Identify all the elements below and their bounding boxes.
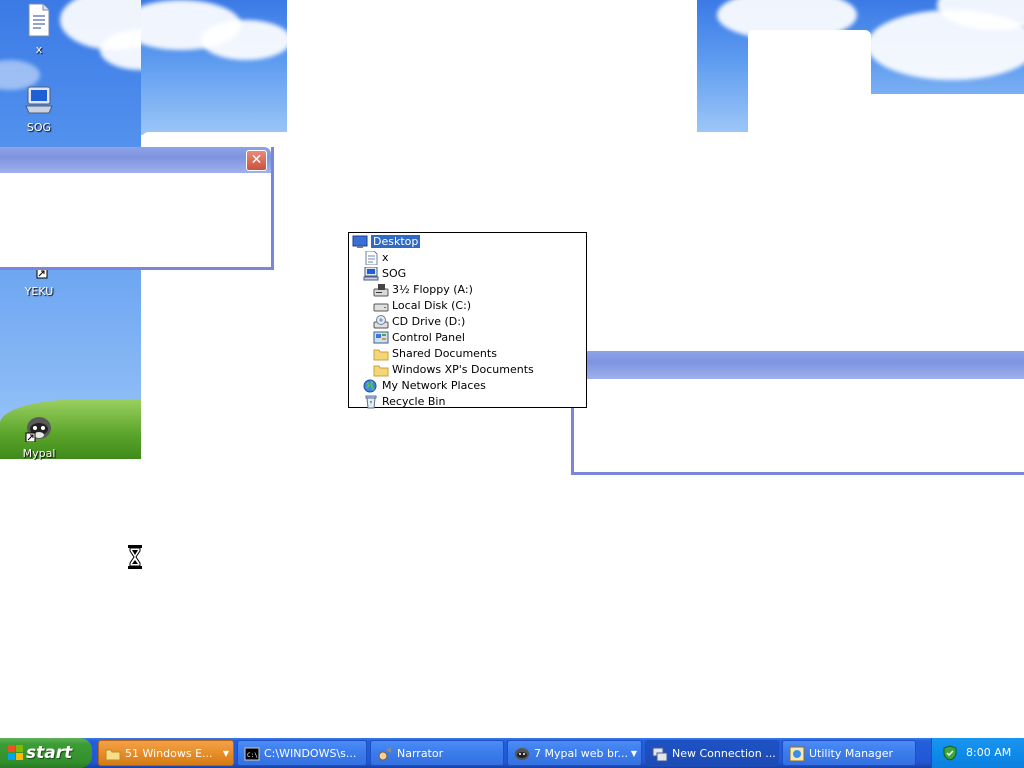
- tree-item-sog[interactable]: SOG: [363, 266, 406, 282]
- text-document-icon: [365, 251, 378, 265]
- window-title-bar[interactable]: [574, 351, 1024, 379]
- system-tray: 8:00 AM: [931, 738, 1024, 768]
- wallpaper-fragment-top-middle: [141, 0, 287, 135]
- chevron-down-icon[interactable]: ▼: [631, 741, 637, 765]
- blank-region-top: [287, 0, 697, 135]
- desktop-icon-x[interactable]: x: [11, 2, 67, 56]
- my-computer-icon: [363, 267, 379, 281]
- taskbar: start 51 Windows E... ▼ C:\ C:\WINDOWS\s…: [0, 738, 1024, 768]
- taskbar-button-new-connection[interactable]: New Connection ...: [645, 740, 779, 766]
- folder-icon: [373, 349, 389, 361]
- folder-icon: [373, 365, 389, 377]
- desktop-icon-mypal[interactable]: Mypal: [11, 412, 67, 460]
- taskbar-button-command-prompt[interactable]: C:\ C:\WINDOWS\s...: [237, 740, 367, 766]
- control-panel-icon: [373, 331, 389, 344]
- tree-item-label: SOG: [382, 267, 407, 280]
- taskbar-button-label: C:\WINDOWS\s...: [264, 747, 357, 760]
- taskbar-button-label: Narrator: [397, 747, 444, 760]
- taskbar-button-narrator[interactable]: Narrator: [370, 740, 504, 766]
- taskbar-button-label: 7 Mypal web br...: [534, 747, 628, 760]
- tree-item-control-panel[interactable]: Control Panel: [373, 330, 465, 346]
- start-label: start: [26, 743, 73, 763]
- partial-window-left[interactable]: ✕: [0, 147, 274, 270]
- tree-item-label: Recycle Bin: [382, 395, 446, 408]
- command-prompt-icon: C:\: [244, 747, 260, 761]
- partial-window-right[interactable]: [571, 351, 1024, 475]
- close-icon[interactable]: ✕: [246, 150, 267, 171]
- desktop-icon-sog[interactable]: SOG: [11, 84, 67, 134]
- taskbar-button-label: New Connection ...: [672, 747, 776, 760]
- windows-flag-icon: [8, 745, 23, 760]
- recycle-bin-icon: [365, 395, 377, 409]
- address-tree-dropdown[interactable]: Desktop x SOG 3½ Floppy (A:) Local Disk …: [348, 232, 587, 410]
- blank-region-right: [748, 30, 871, 132]
- start-button[interactable]: start: [0, 738, 92, 768]
- desktop-icon-yeku[interactable]: YEKU: [11, 266, 67, 298]
- tree-item-label: My Network Places: [382, 379, 486, 392]
- tree-item-label: Control Panel: [392, 331, 465, 344]
- blank-region-bottom: [0, 459, 141, 738]
- tree-item-label: CD Drive (D:): [392, 315, 466, 328]
- security-shield-icon[interactable]: [942, 745, 958, 761]
- tree-item-label: x: [382, 251, 389, 264]
- cd-drive-icon: [373, 315, 389, 329]
- hard-disk-icon: [373, 303, 389, 312]
- taskbar-button-windows-explorer[interactable]: 51 Windows E... ▼: [98, 740, 234, 766]
- tree-item-label: 3½ Floppy (A:): [392, 283, 473, 296]
- desktop-icon-label: x: [35, 43, 43, 56]
- mypal-raccoon-icon: [515, 748, 529, 760]
- desktop-icon-label: YEKU: [24, 285, 54, 298]
- desktop-icon-label: SOG: [26, 121, 52, 134]
- tree-item-recycle-bin[interactable]: Recycle Bin: [363, 394, 445, 410]
- taskbar-button-label: Utility Manager: [809, 747, 894, 760]
- taskbar-button-label: 51 Windows E...: [125, 747, 213, 760]
- taskbar-button-utility-manager[interactable]: Utility Manager: [782, 740, 916, 766]
- tree-item-label: Local Disk (C:): [392, 299, 472, 312]
- tree-item-cd-drive[interactable]: CD Drive (D:): [373, 314, 465, 330]
- desktop-icon-label: Mypal: [22, 447, 56, 460]
- hourglass-cursor-icon: [128, 545, 142, 569]
- tree-item-label: Windows XP's Documents: [392, 363, 534, 376]
- tree-item-label: Desktop: [371, 235, 421, 248]
- network-connection-icon: [652, 747, 668, 762]
- narrator-icon: [378, 747, 391, 761]
- clock[interactable]: 8:00 AM: [966, 746, 1011, 759]
- my-computer-icon: [25, 86, 53, 114]
- mypal-raccoon-icon: [25, 417, 51, 443]
- text-document-icon: [28, 3, 50, 37]
- utility-manager-icon: [789, 746, 805, 762]
- blank-region-right-strip: [871, 94, 1024, 132]
- svg-text:C:\: C:\: [247, 752, 258, 759]
- network-places-icon: [363, 379, 377, 393]
- desktop-icon: [352, 235, 368, 248]
- folder-icon: [105, 749, 121, 761]
- tree-item-floppy[interactable]: 3½ Floppy (A:): [373, 282, 473, 298]
- tree-item-desktop[interactable]: Desktop: [352, 234, 421, 250]
- floppy-drive-icon: [373, 284, 389, 297]
- taskbar-button-mypal[interactable]: 7 Mypal web br... ▼: [507, 740, 642, 766]
- tree-item-network-places[interactable]: My Network Places: [363, 378, 486, 394]
- chevron-down-icon[interactable]: ▼: [223, 741, 229, 765]
- tree-item-shared-documents[interactable]: Shared Documents: [373, 346, 497, 362]
- window-title-bar[interactable]: [0, 147, 271, 173]
- tree-item-x[interactable]: x: [363, 250, 389, 266]
- tree-item-windows-xp-documents[interactable]: Windows XP's Documents: [373, 362, 534, 378]
- tree-item-local-disk[interactable]: Local Disk (C:): [373, 298, 471, 314]
- tree-item-label: Shared Documents: [392, 347, 497, 360]
